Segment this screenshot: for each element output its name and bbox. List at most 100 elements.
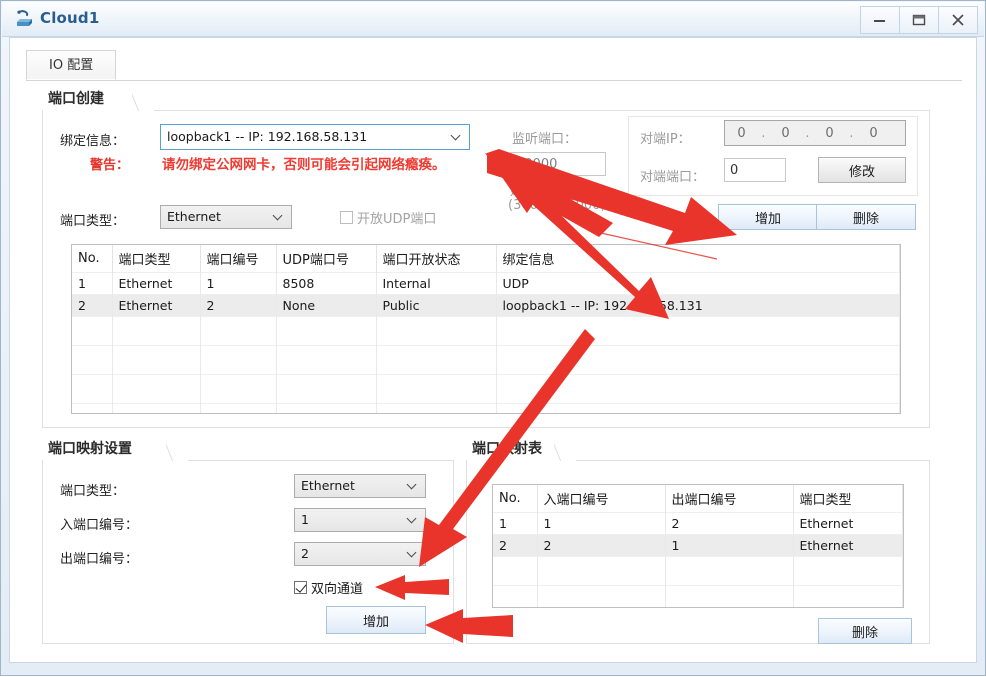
chevron-down-icon	[408, 515, 417, 524]
mapping-port-type-combo[interactable]: Ethernet	[294, 474, 426, 498]
chevron-down-icon	[408, 481, 417, 490]
port-table-header: 绑定信息	[496, 245, 900, 273]
add-port-button-label: 增加	[754, 211, 781, 227]
chevron-down-icon	[408, 549, 417, 558]
cell-port-number: 2	[200, 294, 277, 317]
mapping-table[interactable]: No. 入端口编号 出端口编号 端口类型 1 1 2 Ethernet 2 2 …	[492, 484, 904, 608]
peer-ip-octet-4: 0	[869, 125, 879, 141]
port-type-value: Ethernet	[167, 208, 221, 224]
peer-port-input[interactable]: 0	[724, 158, 786, 182]
listen-port-hint-line2: (30000-35000)	[508, 198, 606, 213]
title-bar: Cloud1	[2, 2, 984, 37]
cloud-icon	[14, 9, 34, 29]
cell-bind-info: loopback1 -- IP: 192.168.58.131	[496, 294, 900, 317]
window-title: Cloud1	[40, 9, 100, 27]
bind-info-value: loopback1 -- IP: 192.168.58.131	[167, 128, 368, 144]
tab-strip: IO 配置	[26, 50, 962, 81]
table-row-empty	[493, 585, 903, 607]
delete-mapping-button-label: 删除	[851, 625, 878, 641]
maximize-icon[interactable]	[900, 6, 939, 34]
in-port-label: 入端口编号：	[60, 518, 139, 533]
tab-io-config[interactable]: IO 配置	[26, 50, 117, 80]
cell-no: 2	[72, 294, 113, 317]
listen-port-input[interactable]: 30000	[510, 152, 606, 176]
group-mapping-table: 端口映射表 No. 入端口编号 出端口编号 端口类型 1 1 2 Etherne…	[466, 438, 930, 644]
cell-no: 1	[493, 512, 538, 535]
bind-info-combo[interactable]: loopback1 -- IP: 192.168.58.131	[160, 124, 470, 150]
warning-text: 请勿绑定公网网卡，否则可能会引起网络瘾痪。	[162, 157, 446, 173]
table-row[interactable]: 1 1 2 Ethernet	[493, 512, 903, 535]
cell-open-state: Public	[376, 294, 497, 317]
mapping-table-header-row: No. 入端口编号 出端口编号 端口类型	[493, 485, 903, 513]
port-table[interactable]: No. 端口类型 端口编号 UDP端口号 端口开放状态 绑定信息 1 Ether…	[71, 244, 901, 414]
cell-port-type: Ethernet	[112, 272, 201, 295]
ip-separator: .	[805, 125, 811, 141]
out-port-value: 2	[301, 545, 309, 561]
cell-out-port: 2	[665, 512, 794, 535]
checkbox-box	[294, 581, 307, 594]
mapping-port-type-label: 端口类型：	[60, 484, 126, 499]
port-table-header: 端口编号	[200, 245, 277, 273]
cell-bind-info: UDP	[496, 272, 900, 295]
peer-port-label: 对端端口：	[640, 170, 706, 185]
table-row-empty	[72, 374, 900, 404]
port-table-header: UDP端口号	[276, 245, 377, 273]
mapping-table-header: 出端口编号	[665, 485, 794, 513]
delete-mapping-button[interactable]: 删除	[818, 618, 912, 644]
peer-ip-octet-3: 0	[825, 125, 835, 141]
chevron-down-icon	[274, 212, 283, 221]
bind-info-label: 绑定信息：	[60, 134, 126, 149]
group-divider-slash	[554, 441, 576, 461]
ip-separator: .	[761, 125, 767, 141]
cell-out-port: 1	[665, 534, 794, 557]
peer-ip-octet-2: 0	[781, 125, 791, 141]
chevron-down-icon	[452, 132, 461, 141]
table-row-empty	[72, 345, 900, 375]
group-divider-slash	[166, 441, 188, 461]
listen-port-hint-line1: 建议	[510, 184, 537, 199]
mapping-table-header: 入端口编号	[537, 485, 666, 513]
close-icon[interactable]	[939, 6, 978, 34]
peer-ip-input[interactable]: 0 . 0 . 0 . 0	[724, 120, 906, 146]
peer-ip-octet-1: 0	[737, 125, 747, 141]
peer-ip-label: 对端IP：	[640, 132, 691, 147]
group-port-create-title: 端口创建	[48, 91, 104, 107]
port-type-combo[interactable]: Ethernet	[160, 205, 292, 229]
table-row-empty	[72, 403, 900, 413]
bidirectional-checkbox[interactable]: 双向通道	[294, 578, 363, 597]
mapping-table-header: 端口类型	[793, 485, 903, 513]
table-row-empty	[493, 556, 903, 586]
table-row[interactable]: 2 Ethernet 2 None Public loopback1 -- IP…	[72, 294, 900, 317]
table-row[interactable]: 2 2 1 Ethernet	[493, 534, 903, 557]
port-table-header-row: No. 端口类型 端口编号 UDP端口号 端口开放状态 绑定信息	[72, 245, 900, 273]
group-divider-slash	[132, 91, 154, 111]
cell-in-port: 2	[537, 534, 666, 557]
add-mapping-button[interactable]: 增加	[326, 606, 426, 634]
out-port-combo[interactable]: 2	[294, 542, 426, 566]
udp-port-checkbox-label: 开放UDP端口	[357, 212, 437, 227]
port-type-label: 端口类型：	[60, 214, 126, 229]
in-port-combo[interactable]: 1	[294, 508, 426, 532]
add-port-button[interactable]: 增加	[718, 204, 818, 230]
bidirectional-checkbox-label: 双向通道	[311, 582, 364, 597]
cell-port-type: Ethernet	[112, 294, 201, 317]
modify-button[interactable]: 修改	[818, 157, 906, 183]
udp-port-checkbox[interactable]: 开放UDP端口	[340, 208, 436, 227]
minimize-icon[interactable]	[860, 6, 900, 34]
group-mapping-settings-title: 端口映射设置	[48, 441, 132, 457]
application-window: Cloud1 IO 配置 端口创建 绑定信息： loopback1 -- IP:…	[0, 0, 986, 676]
cell-no: 2	[493, 534, 538, 557]
delete-port-button[interactable]: 删除	[816, 204, 916, 230]
cell-in-port: 1	[537, 512, 666, 535]
add-mapping-button-label: 增加	[362, 614, 389, 630]
port-table-grid: No. 端口类型 端口编号 UDP端口号 端口开放状态 绑定信息 1 Ether…	[72, 245, 900, 413]
in-port-value: 1	[301, 511, 309, 527]
group-mapping-settings: 端口映射设置 端口类型： Ethernet 入端口编号： 1 出端口编号： 2	[42, 438, 454, 644]
cell-open-state: Internal	[376, 272, 497, 295]
table-row[interactable]: 1 Ethernet 1 8508 Internal UDP	[72, 272, 900, 295]
group-mapping-table-title: 端口映射表	[472, 441, 542, 457]
cell-no: 1	[72, 272, 113, 295]
checkbox-box	[340, 211, 353, 224]
port-table-header: No.	[72, 245, 113, 273]
cell-port-number: 1	[200, 272, 277, 295]
